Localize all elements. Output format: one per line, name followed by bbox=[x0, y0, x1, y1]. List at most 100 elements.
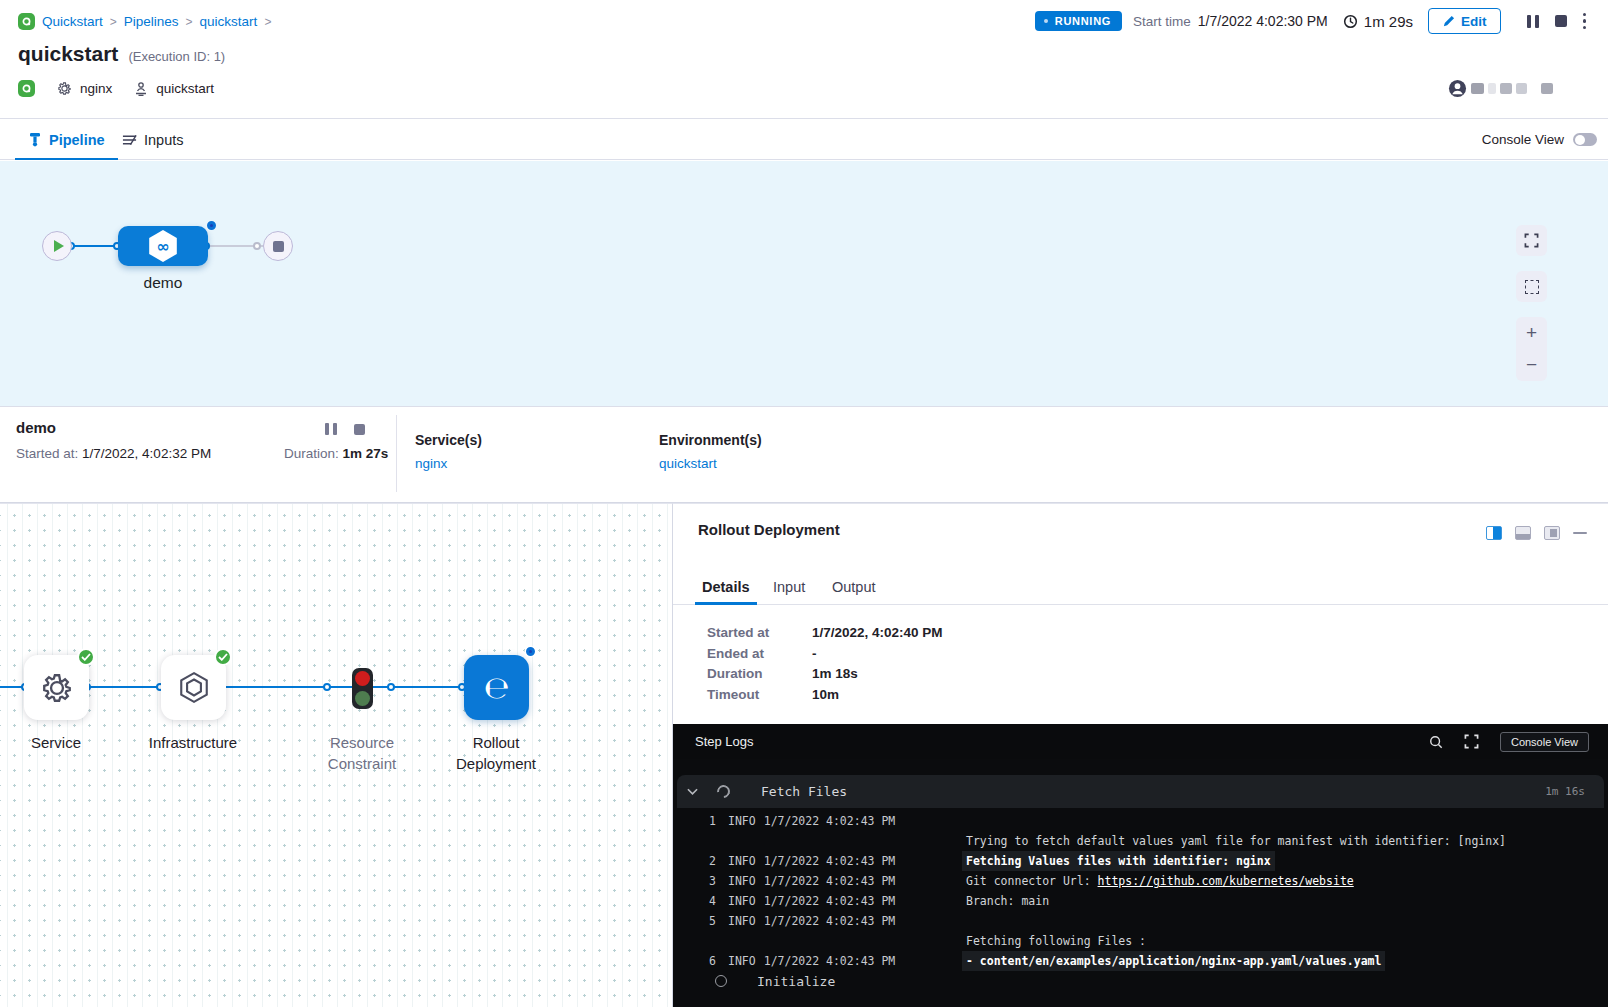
log-link[interactable]: https://github.com/kubernetes/website bbox=[1098, 874, 1354, 888]
play-icon bbox=[54, 240, 64, 252]
traffic-light-red bbox=[355, 671, 370, 686]
detail-label: Ended at bbox=[707, 646, 812, 661]
rollout-icon: ℮ bbox=[484, 670, 510, 705]
stage-node-demo[interactable]: ∞ bbox=[118, 226, 208, 266]
gear-icon bbox=[57, 81, 72, 96]
stage-hexagon-icon: ∞ bbox=[147, 229, 179, 263]
detail-value: 10m bbox=[812, 687, 839, 702]
step-logs-body[interactable]: Fetch Files 1m 16s 1INFO1/7/2022 4:02:43… bbox=[673, 759, 1608, 1007]
log-message: Fetching Values files with identifier: n… bbox=[962, 851, 1275, 871]
page-title: quickstart bbox=[18, 42, 118, 66]
avatar-icon bbox=[1448, 79, 1467, 98]
fullscreen-button[interactable] bbox=[1516, 225, 1547, 256]
stage-duration: Duration: 1m 27s bbox=[284, 446, 388, 461]
view-tabbar: Pipeline Inputs Console View bbox=[0, 118, 1608, 160]
log-line: 1INFO1/7/2022 4:02:43 PM bbox=[703, 811, 895, 831]
traffic-light-green bbox=[355, 691, 370, 706]
zoom-out-button[interactable]: − bbox=[1526, 354, 1537, 376]
environment-meta[interactable]: quickstart bbox=[134, 81, 214, 96]
inputs-icon bbox=[122, 133, 137, 147]
detail-label: Started at bbox=[707, 625, 812, 640]
log-section-title: Fetch Files bbox=[761, 784, 847, 799]
tab-output[interactable]: Output bbox=[832, 569, 876, 604]
log-message: Branch: main bbox=[966, 891, 1049, 911]
step-logs-title: Step Logs bbox=[695, 734, 754, 749]
tab-inputs[interactable]: Inputs bbox=[122, 119, 184, 160]
service-meta[interactable]: nginx bbox=[57, 81, 112, 96]
step-label-service: Service bbox=[16, 732, 96, 753]
execution-id: (Execution ID: 1) bbox=[128, 49, 225, 64]
stage-info-strip: demo Started at: 1/7/2022, 4:02:32 PM Du… bbox=[0, 406, 1608, 503]
header-actions: RUNNING Start time 1/7/2022 4:02:30 PM 1… bbox=[1035, 9, 1586, 33]
expand-logs-icon[interactable] bbox=[1464, 734, 1479, 749]
start-node[interactable] bbox=[42, 231, 72, 261]
svg-text:∞: ∞ bbox=[156, 237, 169, 256]
tab-pipeline[interactable]: Pipeline bbox=[28, 119, 105, 160]
pause-execution-button[interactable] bbox=[1527, 15, 1539, 28]
step-node-resource-constraint[interactable] bbox=[352, 668, 373, 709]
log-section-initialize[interactable]: Initialize bbox=[673, 966, 1608, 996]
breadcrumb-separator: > bbox=[186, 15, 193, 29]
log-section-duration: 1m 16s bbox=[1545, 785, 1585, 798]
zoom-controls: + − bbox=[1516, 317, 1547, 381]
elapsed-time: 1m 29s bbox=[1343, 13, 1413, 30]
layout-split-icon[interactable] bbox=[1486, 526, 1502, 540]
chevron-down-icon[interactable] bbox=[687, 788, 698, 796]
loading-spinner-icon bbox=[714, 782, 732, 800]
zoom-in-button[interactable]: + bbox=[1526, 322, 1537, 344]
step-label-resource-constraint: ResourceConstraint bbox=[312, 732, 412, 774]
running-badge-icon bbox=[207, 221, 216, 230]
search-icon[interactable] bbox=[1429, 735, 1443, 749]
breadcrumb-link-pipeline-name[interactable]: quickstart bbox=[200, 14, 258, 29]
step-node-service[interactable] bbox=[24, 655, 89, 720]
clock-icon bbox=[1343, 14, 1358, 29]
more-options-icon[interactable] bbox=[1583, 13, 1587, 30]
stage-pause-button[interactable] bbox=[325, 423, 337, 435]
gear-icon bbox=[40, 671, 74, 705]
detail-value: 1m 18s bbox=[812, 666, 858, 681]
services-label: Service(s) bbox=[415, 432, 482, 448]
marquee-icon bbox=[1525, 280, 1539, 294]
service-link[interactable]: nginx bbox=[415, 456, 482, 471]
harness-logo-icon bbox=[18, 13, 35, 30]
step-detail-title: Rollout Deployment bbox=[698, 521, 840, 538]
log-section-title: Initialize bbox=[757, 974, 835, 989]
layout-right-icon[interactable] bbox=[1544, 526, 1560, 540]
pipeline-icon bbox=[28, 132, 42, 147]
cd-module-icon bbox=[18, 80, 35, 97]
console-view-toggle[interactable] bbox=[1573, 133, 1597, 146]
step-label-rollout-deployment: RolloutDeployment bbox=[436, 732, 556, 774]
stage-graph-canvas[interactable]: ∞ demo + − bbox=[0, 161, 1608, 406]
breadcrumb-link-pipelines[interactable]: Pipelines bbox=[124, 14, 179, 29]
end-node[interactable] bbox=[263, 231, 293, 261]
log-message: Git connector Url: https://github.com/ku… bbox=[966, 871, 1354, 891]
layout-bottom-icon[interactable] bbox=[1515, 526, 1531, 540]
stage-stop-button[interactable] bbox=[354, 424, 365, 435]
marquee-select-button[interactable] bbox=[1516, 271, 1547, 302]
stop-execution-button[interactable] bbox=[1555, 15, 1567, 27]
console-view-button[interactable]: Console View bbox=[1500, 732, 1589, 752]
detail-label: Timeout bbox=[707, 687, 812, 702]
stop-icon bbox=[273, 241, 284, 252]
infrastructure-hexagon-icon bbox=[178, 671, 210, 705]
success-check-icon bbox=[214, 648, 232, 666]
log-line: 3INFO1/7/2022 4:02:43 PM bbox=[703, 871, 895, 891]
tab-input[interactable]: Input bbox=[773, 569, 805, 604]
step-node-infrastructure[interactable] bbox=[161, 655, 226, 720]
step-graph-canvas[interactable]: ℮ Service Infrastructure ResourceConstra… bbox=[0, 503, 673, 1007]
environment-link[interactable]: quickstart bbox=[659, 456, 762, 471]
status-badge: RUNNING bbox=[1035, 11, 1122, 31]
breadcrumb-separator: > bbox=[264, 15, 271, 29]
minimize-icon[interactable] bbox=[1573, 532, 1587, 535]
edit-button[interactable]: Edit bbox=[1428, 8, 1501, 34]
step-label-infrastructure: Infrastructure bbox=[133, 732, 253, 753]
start-time-label: Start time bbox=[1133, 14, 1191, 29]
log-message: Trying to fetch default values yaml file… bbox=[966, 831, 1506, 851]
log-section-fetch-files[interactable]: Fetch Files 1m 16s bbox=[677, 775, 1604, 808]
step-detail-panel: Rollout Deployment Details Input Output … bbox=[673, 503, 1608, 1007]
tab-details[interactable]: Details bbox=[702, 569, 750, 604]
step-logs-header: Step Logs Console View bbox=[673, 724, 1608, 759]
log-line: 2INFO1/7/2022 4:02:43 PM bbox=[703, 851, 895, 871]
breadcrumb-link-quickstart[interactable]: Quickstart bbox=[42, 14, 103, 29]
step-node-rollout-deployment[interactable]: ℮ bbox=[464, 655, 529, 720]
